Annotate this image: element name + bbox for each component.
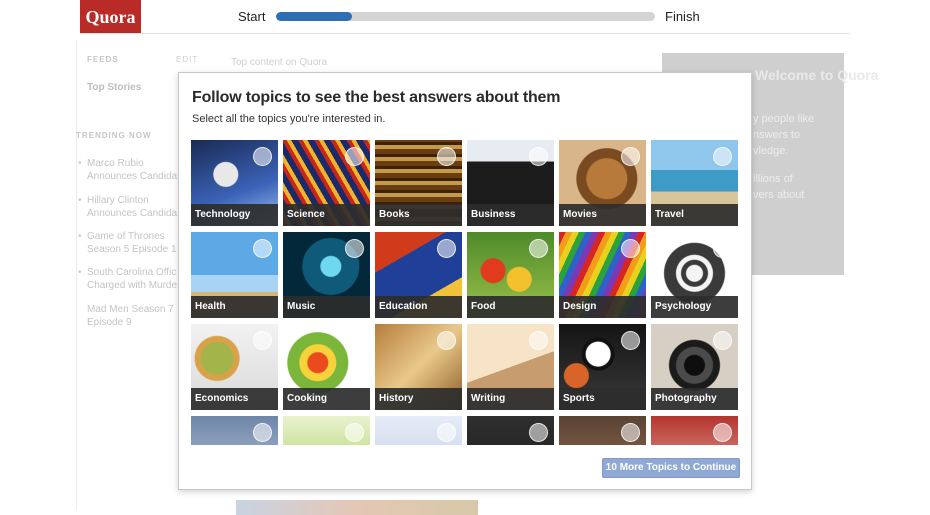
welcome-text-line: vledge. xyxy=(753,145,789,157)
select-circle-icon[interactable] xyxy=(253,423,272,442)
topic-label: Psychology xyxy=(651,296,738,318)
topic-tile-design[interactable]: Design xyxy=(559,232,646,318)
topic-tile-history[interactable]: History xyxy=(375,324,462,410)
topic-tile-science[interactable]: Science xyxy=(283,140,370,226)
select-circle-icon[interactable] xyxy=(621,147,640,166)
select-circle-icon[interactable] xyxy=(529,423,548,442)
continue-button[interactable]: 10 More Topics to Continue xyxy=(602,458,740,478)
topic-tile-health[interactable]: Health xyxy=(191,232,278,318)
select-circle-icon[interactable] xyxy=(713,331,732,350)
progress-bar xyxy=(276,12,655,21)
topic-tile-economics[interactable]: Economics xyxy=(191,324,278,410)
topic-tile[interactable] xyxy=(191,416,278,445)
topic-tile-sports[interactable]: Sports xyxy=(559,324,646,410)
topic-tile[interactable] xyxy=(651,416,738,445)
topic-label: Health xyxy=(191,296,278,318)
story-thumbnail xyxy=(236,500,478,515)
select-circle-icon[interactable] xyxy=(437,423,456,442)
topic-label: Food xyxy=(467,296,554,318)
topic-tile-business[interactable]: Business xyxy=(467,140,554,226)
trending-item: Mad Men Season 7 Episode 9 xyxy=(87,304,174,328)
select-circle-icon[interactable] xyxy=(713,147,732,166)
topic-label: Education xyxy=(375,296,462,318)
select-circle-icon[interactable] xyxy=(713,423,732,442)
topic-tile-music[interactable]: Music xyxy=(283,232,370,318)
select-circle-icon[interactable] xyxy=(345,423,364,442)
welcome-heading: Welcome to Quora xyxy=(755,67,879,83)
topic-label: Design xyxy=(559,296,646,318)
header-divider xyxy=(80,33,850,34)
select-circle-icon[interactable] xyxy=(253,331,272,350)
top-bar: Quora Start Finish xyxy=(0,0,930,34)
select-circle-icon[interactable] xyxy=(713,239,732,258)
top-content-heading: Top content on Quora xyxy=(231,57,328,68)
topic-label: Books xyxy=(375,204,462,226)
topic-tile[interactable] xyxy=(559,416,646,445)
select-circle-icon[interactable] xyxy=(437,239,456,258)
select-circle-icon[interactable] xyxy=(253,147,272,166)
topic-label: Writing xyxy=(467,388,554,410)
topic-label: Economics xyxy=(191,388,278,410)
top-stories-link: Top Stories xyxy=(87,82,142,93)
modal-title: Follow topics to see the best answers ab… xyxy=(192,89,561,106)
topic-label: Photography xyxy=(651,388,738,410)
select-circle-icon[interactable] xyxy=(529,147,548,166)
topic-tile[interactable] xyxy=(467,416,554,445)
edit-feeds-link: EDIT xyxy=(176,55,199,64)
topic-label: Movies xyxy=(559,204,646,226)
topic-tile-travel[interactable]: Travel xyxy=(651,140,738,226)
select-circle-icon[interactable] xyxy=(345,239,364,258)
progress-fill xyxy=(276,12,352,21)
topic-label: Travel xyxy=(651,204,738,226)
welcome-text-line: illions of xyxy=(753,173,793,185)
topic-label: History xyxy=(375,388,462,410)
select-circle-icon[interactable] xyxy=(529,331,548,350)
trending-heading: TRENDING NOW xyxy=(76,131,152,140)
feeds-heading: FEEDS xyxy=(87,55,119,64)
topic-label: Music xyxy=(283,296,370,318)
welcome-text-line: vers about xyxy=(753,189,805,201)
quora-logo[interactable]: Quora xyxy=(80,0,141,34)
topic-tile[interactable] xyxy=(375,416,462,445)
topic-label: Cooking xyxy=(283,388,370,410)
topic-tile-cooking[interactable]: Cooking xyxy=(283,324,370,410)
topic-tile-books[interactable]: Books xyxy=(375,140,462,226)
progress-end-label: Finish xyxy=(665,9,700,24)
select-circle-icon[interactable] xyxy=(437,331,456,350)
select-circle-icon[interactable] xyxy=(621,239,640,258)
topic-label: Technology xyxy=(191,204,278,226)
modal-subtitle: Select all the topics you're interested … xyxy=(192,113,386,125)
select-circle-icon[interactable] xyxy=(345,147,364,166)
topic-tile-writing[interactable]: Writing xyxy=(467,324,554,410)
topic-tile-technology[interactable]: Technology xyxy=(191,140,278,226)
progress-start-label: Start xyxy=(238,9,266,24)
topic-tile[interactable] xyxy=(283,416,370,445)
select-circle-icon[interactable] xyxy=(253,239,272,258)
topic-tile-food[interactable]: Food xyxy=(467,232,554,318)
trending-item: Game of Thrones Season 5 Episode 1 xyxy=(78,230,178,256)
topic-label: Science xyxy=(283,204,370,226)
select-circle-icon[interactable] xyxy=(529,239,548,258)
follow-topics-modal: Follow topics to see the best answers ab… xyxy=(178,72,752,490)
select-circle-icon[interactable] xyxy=(621,331,640,350)
trending-item: Hillary Clinton Announces Candida xyxy=(78,194,178,220)
topic-grid: Technology Science Books Business Movies Trav… xyxy=(191,140,743,445)
topic-tile-photography[interactable]: Photography xyxy=(651,324,738,410)
topic-tile-psychology[interactable]: Psychology xyxy=(651,232,738,318)
welcome-text-line: y people like xyxy=(753,113,815,125)
select-circle-icon[interactable] xyxy=(437,147,456,166)
select-circle-icon[interactable] xyxy=(345,331,364,350)
select-circle-icon[interactable] xyxy=(621,423,640,442)
trending-item: South Carolina Offic Charged with Murde xyxy=(78,266,178,292)
topic-tile-education[interactable]: Education xyxy=(375,232,462,318)
trending-item: Marco Rubio Announces Candida xyxy=(78,157,178,183)
topic-label: Sports xyxy=(559,388,646,410)
welcome-text-line: nswers to xyxy=(753,129,801,141)
topic-tile-movies[interactable]: Movies xyxy=(559,140,646,226)
topic-label: Business xyxy=(467,204,554,226)
